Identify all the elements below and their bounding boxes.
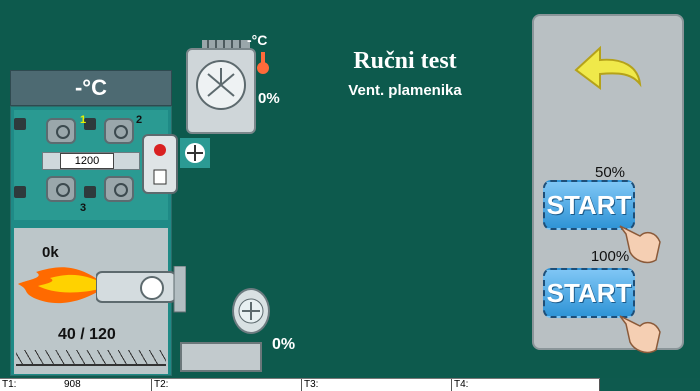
- table-cell: T2:: [152, 379, 302, 391]
- heating-coil: [16, 350, 166, 366]
- start-100-percent-label: 100%: [590, 248, 630, 265]
- thermometer-icon: [257, 52, 269, 74]
- burner-fan-percent: 0%: [272, 336, 296, 353]
- back-arrow-icon: [574, 45, 642, 90]
- flame-icon: [18, 267, 104, 304]
- fan-icon: [196, 60, 246, 110]
- nozzle-icon: [104, 176, 134, 202]
- boiler-header: -°C: [10, 70, 172, 106]
- rail-value: 1200: [60, 153, 114, 169]
- power-value: 0k: [42, 244, 59, 261]
- nozzle-label-3: 3: [80, 202, 87, 214]
- nozzle-icon: [104, 118, 134, 144]
- cell-label: T1:: [2, 379, 17, 390]
- sensor-table: T1: 908 T2: T3: T4:: [0, 378, 600, 391]
- nozzle-label-2: 2: [136, 114, 143, 126]
- nozzle-icon: [46, 118, 76, 144]
- bolt-icon: [14, 186, 26, 198]
- table-cell: T4:: [452, 379, 600, 391]
- fan-percent: 0%: [258, 90, 280, 107]
- page-subtitle: Vent. plamenika: [348, 82, 462, 99]
- back-button[interactable]: [570, 40, 644, 98]
- table-cell: T1: 908: [0, 379, 152, 391]
- table-cell: T3:: [302, 379, 452, 391]
- bolt-icon: [84, 186, 96, 198]
- cell-value: 908: [64, 379, 81, 390]
- cell-label: T2:: [154, 379, 169, 390]
- cell-label: T4:: [454, 379, 469, 390]
- page-title: Ručni test: [353, 48, 457, 74]
- bolt-icon: [14, 118, 26, 130]
- fan-temperature: -°C: [247, 32, 268, 48]
- pointer-hand-icon: [619, 315, 661, 354]
- pump-icon: [142, 134, 178, 194]
- burner-fan-icon: [232, 288, 270, 334]
- burner-nozzle-icon: [96, 266, 186, 313]
- nozzle-icon: [46, 176, 76, 202]
- small-fan-icon: [180, 138, 210, 168]
- ash-tray: [180, 342, 262, 372]
- boiler-temperature: -°C: [74, 75, 107, 100]
- cell-label: T3:: [304, 379, 319, 390]
- nozzle-label-1: 1: [80, 114, 87, 126]
- start-50-percent-label: 50%: [594, 164, 626, 181]
- counter-value: 40 / 120: [58, 326, 116, 343]
